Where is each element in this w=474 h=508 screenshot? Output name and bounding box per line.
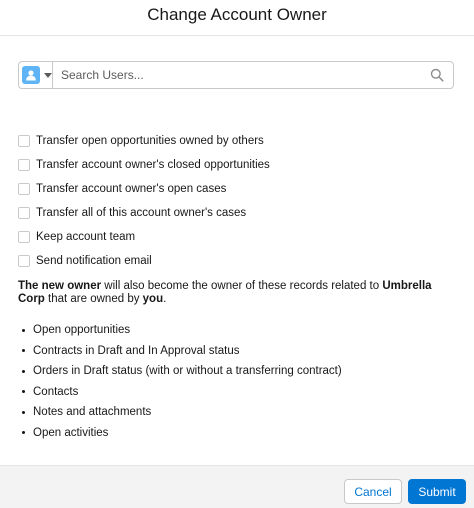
submit-button[interactable]: Submit xyxy=(408,479,466,504)
option-label: Keep account team xyxy=(36,231,136,243)
checkbox[interactable] xyxy=(18,255,30,267)
bullet-icon xyxy=(22,328,25,332)
related-records-list: Open opportunities Contracts in Draft an… xyxy=(22,320,342,443)
option-label: Transfer account owner's open cases xyxy=(36,183,227,195)
note-text: will also become the owner of these reco… xyxy=(101,280,383,292)
bullet-icon xyxy=(22,349,25,353)
option-keep-account-team[interactable]: Keep account team xyxy=(18,225,270,249)
option-transfer-open-cases[interactable]: Transfer account owner's open cases xyxy=(18,177,270,201)
note-bold-new-owner: The new owner xyxy=(18,280,102,292)
search-users-input[interactable] xyxy=(53,62,430,88)
list-item: Notes and attachments xyxy=(22,402,342,423)
option-transfer-closed-opportunities[interactable]: Transfer account owner's closed opportun… xyxy=(18,153,270,177)
list-item: Open opportunities xyxy=(22,320,342,341)
chevron-down-icon xyxy=(44,72,52,78)
checkbox[interactable] xyxy=(18,207,30,219)
modal-header: Change Account Owner xyxy=(0,0,474,36)
list-item: Contracts in Draft and In Approval statu… xyxy=(22,341,342,362)
change-owner-modal: Change Account Owner Transfer open oppor… xyxy=(0,0,474,508)
search-icon xyxy=(430,68,444,82)
bullet-icon xyxy=(22,431,25,435)
option-label: Transfer open opportunities owned by oth… xyxy=(36,135,264,147)
checkbox[interactable] xyxy=(18,159,30,171)
list-item: Orders in Draft status (with or without … xyxy=(22,361,342,382)
user-icon xyxy=(22,66,40,84)
record-label: Orders in Draft status (with or without … xyxy=(33,365,342,378)
checkbox[interactable] xyxy=(18,135,30,147)
modal-footer: Cancel Submit xyxy=(0,465,474,508)
option-transfer-open-opportunities[interactable]: Transfer open opportunities owned by oth… xyxy=(18,129,270,153)
modal-title: Change Account Owner xyxy=(147,5,327,24)
cancel-button[interactable]: Cancel xyxy=(344,479,402,504)
list-item: Contacts xyxy=(22,382,342,403)
option-send-notification-email[interactable]: Send notification email xyxy=(18,249,270,273)
note-bold-you: you xyxy=(142,293,164,305)
record-label: Open opportunities xyxy=(33,324,131,337)
record-label: Notes and attachments xyxy=(33,406,152,419)
record-label: Contacts xyxy=(33,385,79,398)
list-item: Open activities xyxy=(22,423,342,444)
record-label: Open activities xyxy=(33,426,109,439)
checkbox[interactable] xyxy=(18,231,30,243)
user-search-box xyxy=(18,61,454,89)
bullet-icon xyxy=(22,410,25,414)
ownership-note: The new owner will also become the owner… xyxy=(18,280,456,306)
bullet-icon xyxy=(22,390,25,394)
option-label: Transfer account owner's closed opportun… xyxy=(36,159,270,171)
bullet-icon xyxy=(22,369,25,373)
search-type-picker[interactable] xyxy=(19,62,53,88)
option-label: Send notification email xyxy=(36,255,152,267)
checkbox[interactable] xyxy=(18,183,30,195)
note-text: . xyxy=(163,293,167,305)
record-label: Contracts in Draft and In Approval statu… xyxy=(33,344,240,357)
option-transfer-all-cases[interactable]: Transfer all of this account owner's cas… xyxy=(18,201,270,225)
option-label: Transfer all of this account owner's cas… xyxy=(36,207,247,219)
note-text: that are owned by xyxy=(44,293,143,305)
transfer-options: Transfer open opportunities owned by oth… xyxy=(18,129,270,273)
